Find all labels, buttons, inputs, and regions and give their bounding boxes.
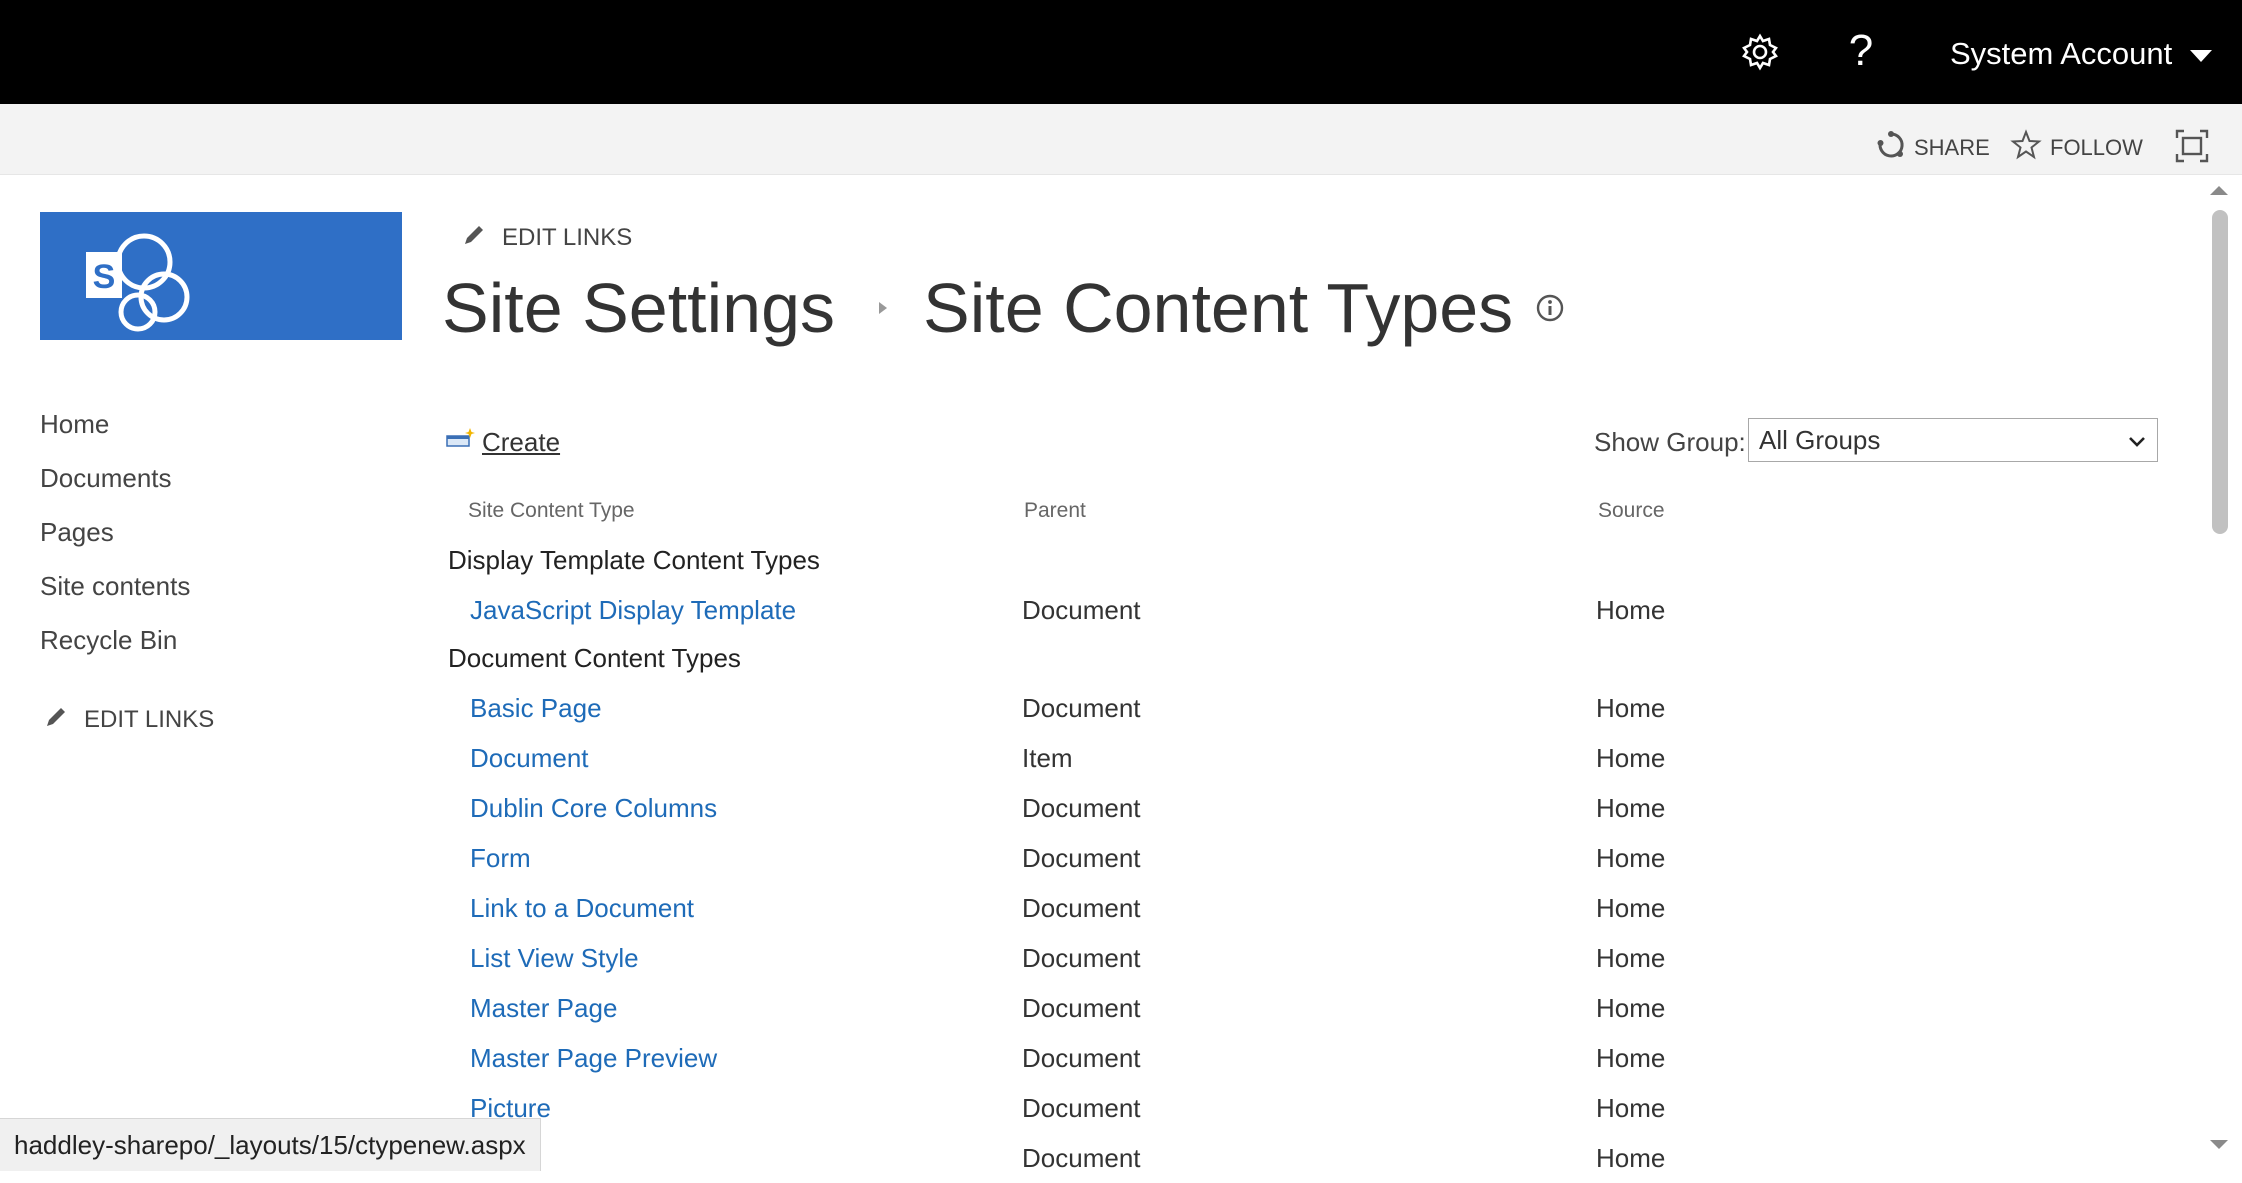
focus-icon[interactable]	[2174, 128, 2210, 164]
create-button[interactable]: Create	[446, 424, 560, 460]
follow-label: FOLLOW	[2050, 135, 2143, 160]
column-header-parent[interactable]: Parent	[1024, 496, 1086, 526]
source-cell[interactable]: Home	[1596, 833, 1665, 883]
source-cell[interactable]: Home	[1596, 1033, 1665, 1083]
content-type-link[interactable]: Dublin Core Columns	[470, 783, 717, 833]
content-type-link[interactable]: Master Page Preview	[470, 1033, 717, 1083]
chevron-down-icon	[2127, 425, 2147, 456]
table-row: Link to a Document Document Home	[0, 883, 2200, 933]
source-cell[interactable]: Home	[1596, 883, 1665, 933]
new-item-icon	[446, 427, 476, 458]
scroll-down-icon[interactable]	[2210, 1140, 2228, 1149]
source-cell[interactable]: Home	[1596, 1133, 1665, 1183]
share-icon	[1876, 130, 1906, 166]
source-cell[interactable]: Home	[1596, 933, 1665, 983]
pencil-icon	[462, 223, 486, 254]
breadcrumb-edit-links[interactable]: EDIT LINKS	[462, 220, 632, 256]
follow-button[interactable]: FOLLOW	[2010, 129, 2143, 167]
content-type-link[interactable]: JavaScript Display Template	[470, 585, 796, 635]
content-type-link[interactable]: Basic Page	[470, 683, 602, 733]
column-header-source[interactable]: Source	[1598, 496, 1665, 526]
show-group-value: All Groups	[1759, 424, 1881, 455]
content-type-link[interactable]: Form	[470, 833, 531, 883]
parent-cell: Document	[1022, 1143, 1141, 1173]
breadcrumb-separator-icon	[869, 298, 897, 318]
source-cell[interactable]: Home	[1596, 733, 1665, 783]
show-group-label: Show Group:	[1594, 427, 1746, 457]
table-row: Master Page Document Home	[0, 983, 2200, 1033]
group-header: Document Content Types	[448, 643, 741, 673]
star-icon	[2010, 129, 2042, 167]
parent-cell: Document	[1022, 1043, 1141, 1073]
column-header-content-type[interactable]: Site Content Type	[468, 496, 635, 526]
table-row: Dublin Core Columns Document Home	[0, 783, 2200, 833]
table-row: Master Page Preview Document Home	[0, 1033, 2200, 1083]
info-icon[interactable]	[1535, 293, 1565, 323]
parent-cell: Document	[1022, 1093, 1141, 1123]
status-bar-url: haddley-sharepo/_layouts/15/ctypenew.asp…	[0, 1118, 541, 1171]
table-row: Form Document Home	[0, 833, 2200, 883]
source-cell[interactable]: Home	[1596, 783, 1665, 833]
share-label: SHARE	[1914, 135, 1990, 160]
source-cell[interactable]: Home	[1596, 983, 1665, 1033]
parent-cell: Document	[1022, 993, 1141, 1023]
scroll-up-icon[interactable]	[2210, 186, 2228, 195]
source-cell[interactable]: Home	[1596, 683, 1665, 733]
breadcrumb-edit-links-label: EDIT LINKS	[502, 224, 633, 251]
content-type-link[interactable]: Document	[470, 733, 589, 783]
sidebar-item-home[interactable]: Home	[40, 405, 109, 443]
table-row: Basic Page Document Home	[0, 683, 2200, 733]
account-menu[interactable]: System Account	[1950, 34, 2172, 74]
table-row: JavaScript Display Template Document Hom…	[0, 585, 2200, 635]
page-title: Site Content Types	[923, 269, 1514, 347]
parent-cell: Document	[1022, 893, 1141, 923]
table-row: List View Style Document Home	[0, 933, 2200, 983]
parent-cell: Document	[1022, 595, 1141, 625]
breadcrumb-parent[interactable]: Site Settings	[442, 258, 835, 358]
logo-letter: S	[93, 258, 116, 296]
suite-bar	[0, 0, 2242, 104]
table-row: Document Item Home	[0, 733, 2200, 783]
source-cell[interactable]: Home	[1596, 585, 1665, 635]
parent-cell: Item	[1022, 743, 1073, 773]
content-type-link[interactable]: Link to a Document	[470, 883, 694, 933]
content-type-link[interactable]: List View Style	[470, 933, 639, 983]
show-group-select[interactable]: All Groups	[1748, 418, 2158, 462]
source-cell[interactable]: Home	[1596, 1083, 1665, 1133]
parent-cell: Document	[1022, 943, 1141, 973]
sidebar-item-pages[interactable]: Pages	[40, 513, 114, 551]
site-logo[interactable]: S	[40, 212, 402, 340]
content-type-link[interactable]: Master Page	[470, 983, 617, 1033]
breadcrumb: Site Settings Site Content Types	[442, 258, 1565, 358]
share-button[interactable]: SHARE	[1876, 130, 1990, 166]
scroll-thumb[interactable]	[2212, 210, 2228, 534]
group-header: Display Template Content Types	[448, 545, 820, 575]
create-label: Create	[482, 426, 561, 457]
sidebar-item-documents[interactable]: Documents	[40, 459, 172, 497]
parent-cell: Document	[1022, 843, 1141, 873]
gear-icon[interactable]	[1740, 32, 1780, 72]
help-icon[interactable]: ?	[1846, 26, 1876, 76]
chevron-down-icon[interactable]	[2190, 50, 2212, 62]
parent-cell: Document	[1022, 693, 1141, 723]
parent-cell: Document	[1022, 793, 1141, 823]
